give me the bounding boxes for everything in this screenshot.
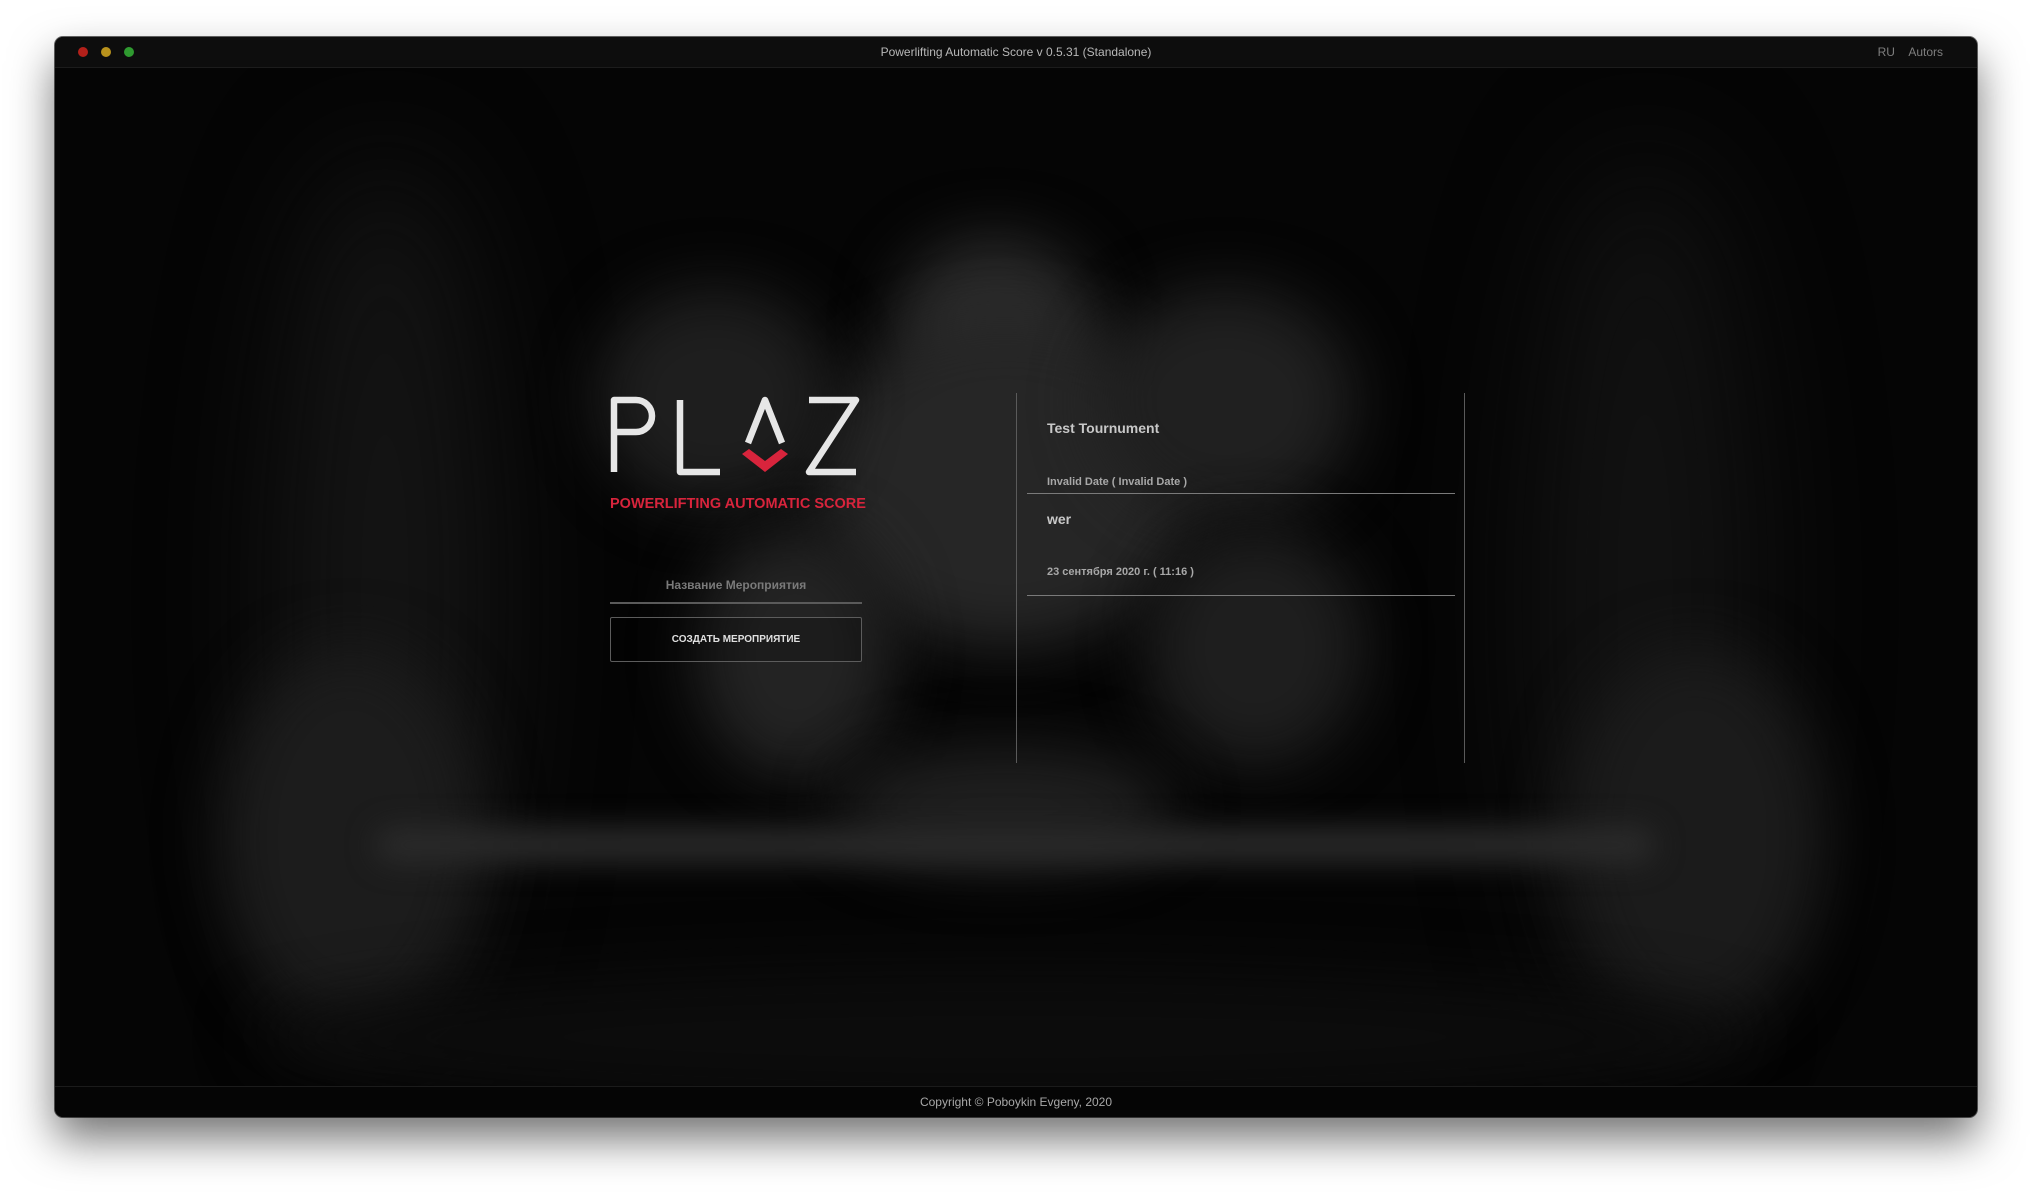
tournament-date: 23 сентября 2020 г. ( 11:16 ) <box>1047 566 1194 578</box>
logo-subtitle: POWERLIFTING AUTOMATIC SCORE <box>610 496 866 512</box>
title-bar[interactable]: Powerlifting Automatic Score v 0.5.31 (S… <box>55 37 1977 68</box>
window-title: Powerlifting Automatic Score v 0.5.31 (S… <box>880 45 1152 59</box>
footer-copyright: Copyright © Poboykin Evgeny, 2020 <box>55 1086 1977 1117</box>
list-divider-left <box>1016 393 1017 763</box>
create-event-button[interactable]: СОЗДАТЬ МЕРОПРИЯТИЕ <box>610 617 862 662</box>
tournament-item[interactable]: Test Tournument Invalid Date ( Invalid D… <box>1027 392 1455 494</box>
authors-link[interactable]: Autors <box>1908 45 1943 59</box>
tournament-name: Test Tournument <box>1047 420 1160 436</box>
language-switch[interactable]: RU <box>1878 45 1895 59</box>
top-right-menu: RU Autors <box>1868 45 1943 59</box>
tournament-name: wer <box>1047 511 1072 527</box>
event-name-input[interactable] <box>610 568 862 604</box>
plas-logo-mark <box>610 396 860 476</box>
plas-logo: POWERLIFTING AUTOMATIC SCORE <box>610 392 866 512</box>
tournament-item[interactable]: wer 23 сентября 2020 г. ( 11:16 ) <box>1027 494 1455 596</box>
tournament-date: Invalid Date ( Invalid Date ) <box>1047 476 1187 488</box>
tournament-list: Test Tournument Invalid Date ( Invalid D… <box>1027 392 1455 596</box>
list-divider-right <box>1464 393 1465 763</box>
